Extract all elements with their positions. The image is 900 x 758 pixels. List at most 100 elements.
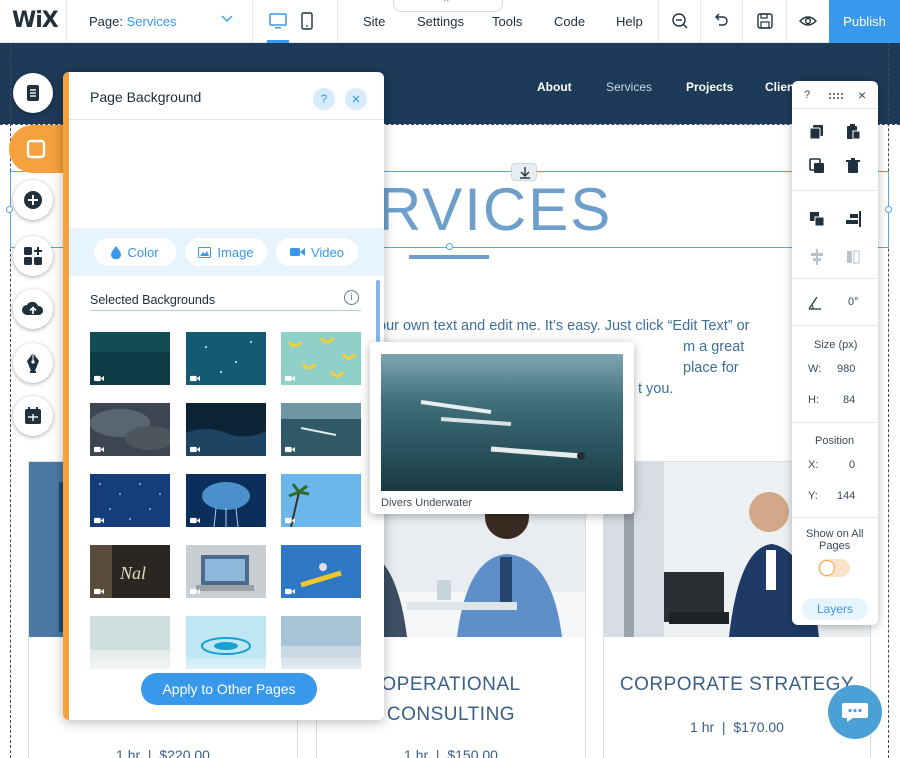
background-button[interactable] [9, 125, 63, 173]
cloud-upload-icon [22, 301, 44, 315]
bookings-button[interactable] [13, 396, 53, 436]
divider [792, 517, 878, 518]
video-type-button[interactable]: Video [276, 238, 358, 266]
help-button[interactable]: ? [313, 88, 335, 110]
color-type-button[interactable]: Color [94, 238, 176, 266]
resize-handle[interactable] [446, 243, 453, 250]
height-value[interactable]: 84 [843, 394, 855, 406]
title-underline [409, 255, 489, 259]
undo-icon[interactable] [711, 11, 731, 31]
help-icon[interactable]: ? [804, 89, 810, 101]
image-icon [198, 246, 212, 258]
add-button[interactable] [13, 180, 53, 220]
background-thumbnail[interactable] [281, 545, 361, 598]
drag-handle-icon[interactable] [827, 88, 843, 104]
width-value[interactable]: 980 [837, 363, 855, 375]
align-right-icon[interactable] [845, 211, 861, 227]
add-icon [24, 191, 42, 209]
menu-settings[interactable]: Settings [417, 14, 464, 29]
resize-handle[interactable] [885, 206, 892, 213]
divider [742, 0, 743, 43]
droplet-icon [111, 245, 122, 259]
duplicate-icon[interactable] [809, 158, 825, 174]
panel-accent-bar [63, 72, 69, 720]
match-size-icon[interactable] [845, 249, 861, 265]
resize-handle[interactable] [6, 206, 13, 213]
stretch-download-icon[interactable] [511, 163, 537, 181]
paste-icon[interactable] [845, 124, 861, 140]
background-thumbnail[interactable] [186, 332, 266, 385]
info-icon[interactable]: i [344, 290, 359, 305]
menu-help[interactable]: Help [616, 14, 643, 29]
publish-button[interactable]: Publish [829, 0, 900, 43]
collapse-topbar-handle[interactable]: ^ [393, 0, 503, 12]
background-thumbnail[interactable] [90, 332, 170, 385]
background-thumbnail[interactable] [186, 545, 266, 598]
add-apps-button[interactable] [13, 236, 53, 276]
show-on-all-pages-toggle[interactable] [818, 559, 850, 577]
nav-services[interactable]: Services [606, 80, 652, 94]
x-value[interactable]: 0 [849, 459, 855, 471]
page-selector[interactable]: Page: Services [89, 14, 176, 29]
background-thumbnail[interactable] [90, 403, 170, 456]
background-thumbnail[interactable] [186, 403, 266, 456]
menu-tools[interactable]: Tools [492, 14, 522, 29]
save-icon[interactable] [755, 11, 775, 31]
background-thumbnail[interactable] [90, 474, 170, 527]
size-label: Size (px) [814, 339, 858, 351]
blog-button[interactable] [13, 343, 53, 383]
card-meta: 1 hr | $150.00 [404, 747, 498, 758]
panel-scrollbar[interactable] [376, 280, 380, 342]
card-title: CORPORATE STRATEGY [619, 674, 855, 695]
image-type-button[interactable]: Image [185, 238, 267, 266]
wix-logo[interactable]: WiX [12, 8, 59, 33]
panel-title: Page Background [90, 89, 202, 105]
rotation-value[interactable]: 0° [848, 296, 859, 308]
chat-button[interactable] [828, 685, 882, 739]
desktop-view-icon[interactable] [267, 10, 289, 32]
nav-projects[interactable]: Projects [686, 80, 733, 94]
layers-button[interactable]: Layers [802, 598, 868, 620]
trash-icon[interactable] [845, 158, 861, 174]
preview-eye-icon[interactable] [798, 11, 818, 31]
upload-button[interactable] [13, 289, 53, 329]
x-label: X: [808, 459, 819, 471]
background-thumbnail[interactable] [281, 332, 361, 385]
gridline [888, 43, 889, 758]
mobile-view-icon[interactable] [296, 10, 318, 32]
divider [792, 108, 878, 109]
divider [66, 0, 67, 43]
divider [252, 0, 253, 43]
background-type-row: Color Image Video [69, 228, 384, 276]
divider [700, 0, 701, 43]
zoom-out-icon[interactable] [670, 11, 690, 31]
background-icon [26, 139, 46, 159]
close-icon[interactable]: × [858, 87, 866, 103]
background-thumbnail[interactable] [281, 403, 361, 456]
menu-site[interactable]: Site [363, 14, 385, 29]
page-selector-label: Page: [89, 14, 123, 29]
background-thumbnail[interactable] [186, 474, 266, 527]
copy-icon[interactable] [809, 124, 825, 140]
nav-clients[interactable]: Clien [765, 80, 794, 94]
y-label: Y: [808, 490, 818, 502]
background-thumbnail[interactable]: Nal [90, 545, 170, 598]
close-icon[interactable]: × [345, 88, 367, 110]
video-camera-icon [289, 248, 305, 256]
arrange-icon[interactable] [809, 211, 825, 227]
chevron-down-icon[interactable] [219, 10, 235, 26]
background-thumbnail[interactable] [281, 474, 361, 527]
page-selector-value: Services [126, 14, 177, 29]
svg-text:Nal: Nal [119, 563, 146, 583]
body-line: our own text and edit me. It’s easy. Jus… [378, 318, 750, 334]
divider [792, 422, 878, 423]
y-value[interactable]: 144 [837, 490, 855, 502]
nav-about[interactable]: About [537, 80, 572, 94]
apply-to-other-pages-button[interactable]: Apply to Other Pages [141, 673, 317, 705]
menu-code[interactable]: Code [554, 14, 585, 29]
divider [792, 190, 878, 191]
preview-caption: Divers Underwater [381, 497, 473, 509]
menus-pages-button[interactable] [13, 73, 53, 113]
distribute-icon[interactable] [809, 249, 825, 265]
apps-icon [24, 247, 42, 265]
